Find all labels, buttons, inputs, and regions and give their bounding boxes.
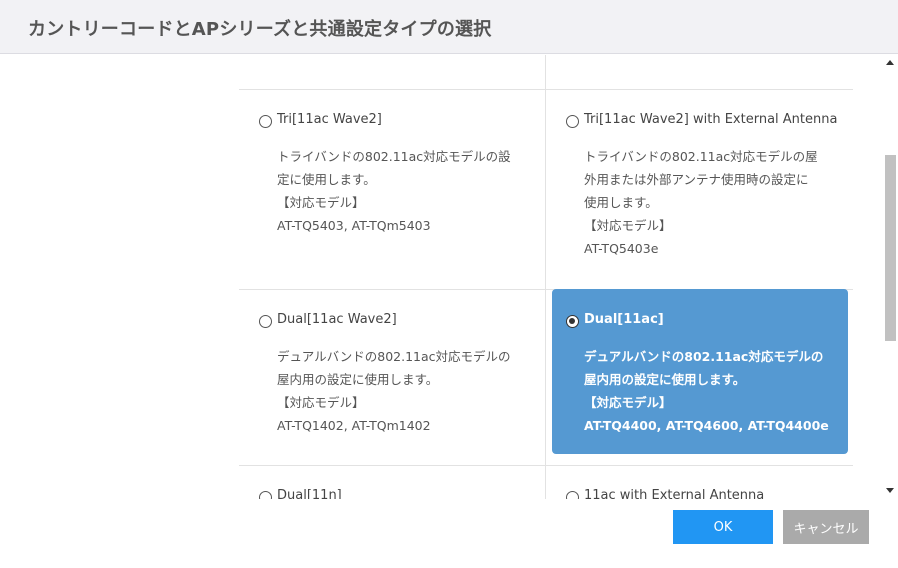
scroll-down-arrow-icon[interactable] bbox=[886, 488, 894, 493]
row-divider bbox=[239, 89, 853, 90]
vertical-scrollbar[interactable] bbox=[882, 55, 898, 499]
desc-line: 外用または外部アンテナ使用時の設定に bbox=[584, 172, 809, 187]
radio-button[interactable] bbox=[259, 315, 272, 328]
dialog-header: カントリーコードとAPシリーズと共通設定タイプの選択 bbox=[0, 0, 898, 54]
desc-line: 【対応モデル】 bbox=[584, 395, 672, 410]
desc-line: AT-TQ1402, AT-TQm1402 bbox=[277, 418, 431, 433]
option-title: Dual[11n] bbox=[277, 488, 342, 499]
option-tri-11ac-wave2-external-antenna[interactable]: Tri[11ac Wave2] with External Antenna トラ… bbox=[546, 112, 838, 285]
option-dual-11ac-wave2[interactable]: Dual[11ac Wave2] デュアルバンドの802.11ac対応モデルの … bbox=[239, 312, 529, 455]
radio-button[interactable] bbox=[259, 491, 272, 499]
dialog-title: カントリーコードとAPシリーズと共通設定タイプの選択 bbox=[28, 19, 492, 40]
option-title: Tri[11ac Wave2] bbox=[277, 112, 382, 127]
desc-line: トライバンドの802.11ac対応モデルの設 bbox=[277, 149, 511, 164]
option-title: Dual[11ac] bbox=[584, 312, 664, 327]
desc-line: 屋内用の設定に使用します。 bbox=[584, 372, 746, 387]
desc-line: 【対応モデル】 bbox=[584, 218, 672, 233]
scrollbar-thumb[interactable] bbox=[885, 155, 896, 341]
option-11ac-external-antenna[interactable]: 11ac with External Antenna bbox=[546, 488, 836, 499]
ok-button[interactable]: OK bbox=[673, 510, 773, 544]
desc-line: 定に使用します。 bbox=[277, 172, 376, 187]
radio-button[interactable] bbox=[566, 115, 579, 128]
column-divider bbox=[545, 55, 546, 499]
radio-button[interactable] bbox=[259, 115, 272, 128]
desc-line: AT-TQ4400, AT-TQ4600, AT-TQ4400e bbox=[584, 418, 829, 433]
desc-line: AT-TQ5403, AT-TQm5403 bbox=[277, 218, 431, 233]
option-tri-11ac-wave2[interactable]: Tri[11ac Wave2] トライバンドの802.11ac対応モデルの設 定… bbox=[239, 112, 529, 275]
cancel-button[interactable]: キャンセル bbox=[783, 510, 869, 544]
option-title: Tri[11ac Wave2] with External Antenna bbox=[584, 112, 838, 127]
option-title: 11ac with External Antenna bbox=[584, 488, 765, 499]
option-title: Dual[11ac Wave2] bbox=[277, 312, 397, 327]
desc-line: デュアルバンドの802.11ac対応モデルの bbox=[277, 349, 511, 364]
option-description: トライバンドの802.11ac対応モデルの屋 外用または外部アンテナ使用時の設定… bbox=[584, 145, 824, 260]
options-scroll-area[interactable]: Tri[11ac Wave2] トライバンドの802.11ac対応モデルの設 定… bbox=[0, 55, 882, 499]
radio-button-checked[interactable] bbox=[566, 315, 579, 328]
option-description: デュアルバンドの802.11ac対応モデルの 屋内用の設定に使用します。 【対応… bbox=[277, 345, 517, 437]
desc-line: 【対応モデル】 bbox=[277, 195, 365, 210]
row-divider bbox=[239, 465, 853, 466]
desc-line: トライバンドの802.11ac対応モデルの屋 bbox=[584, 149, 818, 164]
desc-line: 使用します。 bbox=[584, 195, 658, 210]
option-description: トライバンドの802.11ac対応モデルの設 定に使用します。 【対応モデル】 … bbox=[277, 145, 517, 237]
scroll-up-arrow-icon[interactable] bbox=[886, 60, 894, 65]
desc-line: 【対応モデル】 bbox=[277, 395, 365, 410]
desc-line: AT-TQ5403e bbox=[584, 241, 659, 256]
option-dual-11ac[interactable]: Dual[11ac] デュアルバンドの802.11ac対応モデルの 屋内用の設定… bbox=[546, 289, 848, 455]
desc-line: デュアルバンドの802.11ac対応モデルの bbox=[584, 349, 824, 364]
radio-button[interactable] bbox=[566, 491, 579, 499]
option-dual-11n[interactable]: Dual[11n] bbox=[239, 488, 529, 499]
option-description: デュアルバンドの802.11ac対応モデルの 屋内用の設定に使用します。 【対応… bbox=[584, 345, 829, 437]
desc-line: 屋内用の設定に使用します。 bbox=[277, 372, 439, 387]
